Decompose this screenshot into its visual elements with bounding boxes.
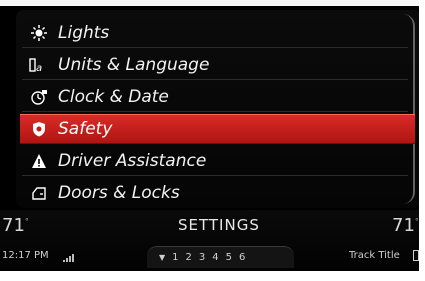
menu-item-lights[interactable]: Lights [22, 18, 408, 48]
screen-bezel [0, 0, 425, 6]
infotainment-screen: Lights a Units & Language Clock & Date S… [0, 0, 425, 273]
page-number[interactable]: 2 [186, 252, 192, 263]
menu-item-label: Lights [58, 23, 110, 43]
driver-temperature[interactable]: 71° [2, 215, 29, 236]
units-language-icon: a [28, 55, 50, 75]
signal-strength-icon [63, 253, 77, 262]
svg-text:a: a [36, 63, 42, 73]
menu-item-label: Clock & Date [58, 87, 169, 107]
menu-item-label: Units & Language [58, 55, 210, 75]
temperature-value: 71 [392, 215, 415, 236]
page-number[interactable]: 4 [212, 252, 218, 263]
temperature-unit: ° [24, 217, 29, 226]
warning-triangle-icon [28, 151, 50, 171]
screen-bezel [419, 0, 425, 281]
page-number[interactable]: 3 [199, 252, 205, 263]
menu-item-label: Doors & Locks [58, 183, 180, 203]
screen-bezel [0, 271, 425, 281]
temperature-value: 71 [2, 215, 25, 236]
page-number[interactable]: 6 [239, 252, 245, 263]
page-number[interactable]: 1 [172, 252, 178, 263]
page-number[interactable]: 5 [226, 252, 232, 263]
page-selector[interactable]: ▼ 1 2 3 4 5 6 [147, 246, 294, 268]
menu-item-units-language[interactable]: a Units & Language [22, 50, 408, 80]
clock-icon [28, 87, 50, 107]
page-title: SETTINGS [178, 216, 260, 234]
sun-icon [28, 23, 50, 43]
menu-item-label: Driver Assistance [58, 151, 207, 171]
arrow-down-icon: ▼ [159, 253, 166, 262]
track-title[interactable]: Track Title [349, 250, 400, 261]
door-icon [28, 183, 50, 203]
menu-item-clock-date[interactable]: Clock & Date [22, 82, 408, 112]
clock-time: 12:17 PM [2, 250, 49, 261]
passenger-temperature[interactable]: 71° [392, 215, 419, 236]
menu-item-label: Safety [58, 119, 113, 139]
menu-item-driver-assistance[interactable]: Driver Assistance [22, 146, 408, 176]
shield-icon [28, 119, 50, 139]
menu-item-doors-locks[interactable]: Doors & Locks [28, 178, 408, 208]
menu-item-safety[interactable]: Safety [20, 114, 415, 144]
